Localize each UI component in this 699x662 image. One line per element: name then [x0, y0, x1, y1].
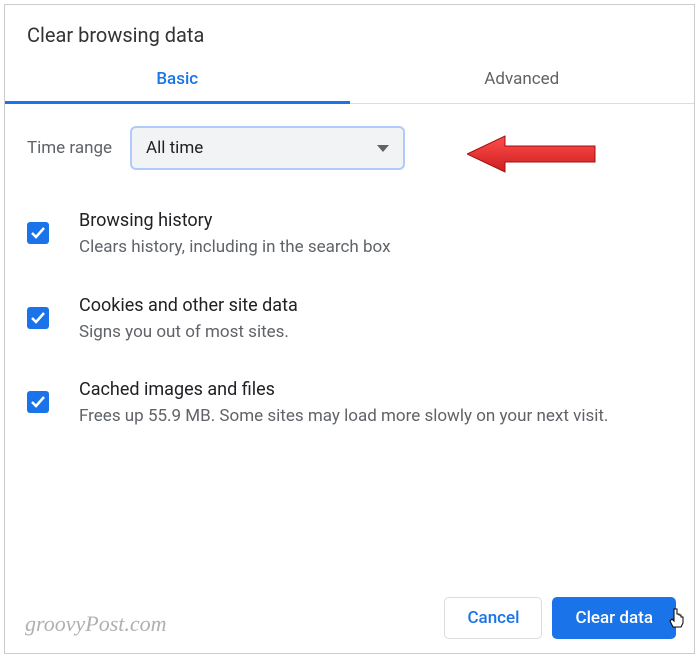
- option-text: Cached images and files Frees up 55.9 MB…: [79, 379, 672, 430]
- clear-browsing-data-dialog: Clear browsing data Basic Advanced Time …: [4, 4, 695, 654]
- dialog-title: Clear browsing data: [5, 5, 694, 55]
- time-range-select[interactable]: All time: [130, 126, 405, 170]
- time-range-label: Time range: [27, 138, 112, 158]
- checkmark-icon: [30, 310, 46, 326]
- option-title: Browsing history: [79, 210, 672, 231]
- dialog-content: Time range All time: [5, 104, 694, 430]
- option-title: Cached images and files: [79, 379, 672, 400]
- option-cookies: Cookies and other site data Signs you ou…: [27, 295, 672, 346]
- chevron-down-icon: [377, 145, 389, 152]
- checkbox-cookies[interactable]: [27, 307, 49, 329]
- cancel-button[interactable]: Cancel: [444, 597, 542, 639]
- option-text: Cookies and other site data Signs you ou…: [79, 295, 672, 346]
- tab-basic[interactable]: Basic: [5, 55, 350, 103]
- option-desc: Clears history, including in the search …: [79, 235, 672, 261]
- time-range-row: Time range All time: [27, 126, 672, 170]
- cursor-pointer-icon: [668, 607, 688, 635]
- clear-data-button[interactable]: Clear data: [552, 597, 676, 639]
- checkbox-browsing-history[interactable]: [27, 222, 49, 244]
- watermark: groovyPost.com: [25, 611, 167, 637]
- option-cached: Cached images and files Frees up 55.9 MB…: [27, 379, 672, 430]
- checkbox-cached[interactable]: [27, 391, 49, 413]
- option-title: Cookies and other site data: [79, 295, 672, 316]
- checkmark-icon: [30, 394, 46, 410]
- annotation-arrow-icon: [467, 134, 597, 178]
- checkmark-icon: [30, 225, 46, 241]
- dialog-footer: groovyPost.com Cancel Clear data: [5, 597, 676, 639]
- option-text: Browsing history Clears history, includi…: [79, 210, 672, 261]
- option-desc: Signs you out of most sites.: [79, 320, 672, 346]
- option-desc: Frees up 55.9 MB. Some sites may load mo…: [79, 404, 672, 430]
- option-browsing-history: Browsing history Clears history, includi…: [27, 210, 672, 261]
- tab-advanced[interactable]: Advanced: [350, 55, 695, 103]
- tabs: Basic Advanced: [5, 55, 694, 104]
- time-range-value: All time: [146, 138, 203, 158]
